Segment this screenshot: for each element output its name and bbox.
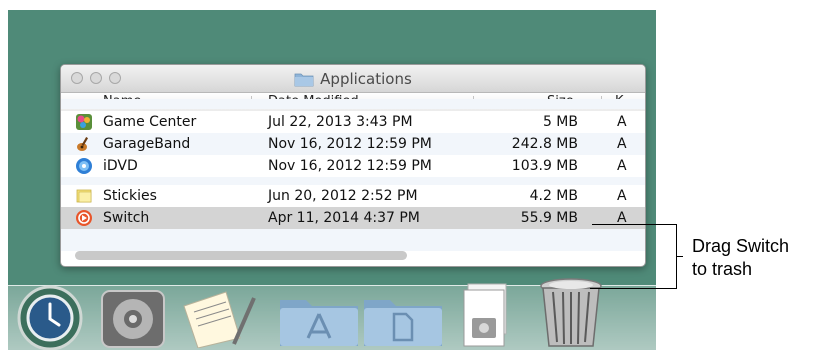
annotation-text: Drag Switch to trash [692,235,789,281]
window-titlebar[interactable]: Applications [61,65,645,93]
file-date: Apr 11, 2014 4:37 PM [268,210,420,226]
annotation-line-2: to trash [692,259,753,279]
annotation-bracket-tick [676,256,683,257]
idvd-icon [76,158,92,174]
file-name: iDVD [103,158,138,174]
file-kind: A [617,188,627,204]
list-item[interactable] [61,99,645,109]
desktop: Applications Name ▲ Date Modified Size K [8,10,656,350]
horizontal-scrollbar[interactable] [75,251,407,260]
list-item[interactable]: GarageBand Nov 16, 2012 12:59 PM 242.8 M… [61,133,645,155]
list-item[interactable] [61,177,645,185]
file-name: Game Center [103,114,197,130]
file-date: Jun 20, 2012 2:52 PM [268,188,418,204]
file-date: Jul 22, 2013 3:43 PM [268,114,413,130]
annotation-bracket-bottom [670,288,677,289]
finder-window: Applications Name ▲ Date Modified Size K [60,64,646,267]
window-title-text: Applications [320,69,412,88]
file-name: Stickies [103,188,157,204]
switch-icon [76,210,92,226]
file-size: 5 MB [542,114,578,130]
annotation-line-1: Drag Switch [692,236,790,256]
file-date: Nov 16, 2012 12:59 PM [268,136,432,152]
system-preferences-icon[interactable] [100,289,166,349]
downloads-stack-icon[interactable] [460,282,516,348]
list-item[interactable]: Stickies Jun 20, 2012 2:52 PM 4.2 MB A [61,185,645,207]
file-size: 242.8 MB [511,136,578,152]
game-center-icon [76,114,92,130]
list-item[interactable]: Game Center Jul 22, 2013 3:43 PM 5 MB A [61,111,645,133]
stickies-icon [76,189,92,203]
annotation-leader-line [592,224,670,225]
file-kind: A [617,158,627,174]
list-item-selected[interactable]: Switch Apr 11, 2014 4:37 PM 55.9 MB A [61,207,645,229]
file-size: 103.9 MB [511,158,578,174]
list-item[interactable] [61,229,645,251]
folder-icon [294,73,314,86]
file-kind: A [617,136,627,152]
list-item[interactable]: iDVD Nov 16, 2012 12:59 PM 103.9 MB A [61,155,645,177]
file-size: 55.9 MB [520,210,578,226]
window-title: Applications [61,65,645,92]
time-machine-icon[interactable] [16,284,84,350]
file-name: GarageBand [103,136,191,152]
file-kind: A [617,114,627,130]
documents-folder-icon[interactable] [362,292,444,348]
file-name: Switch [103,210,150,226]
file-list: Game Center Jul 22, 2013 3:43 PM 5 MB A … [61,99,645,251]
textedit-icon[interactable] [174,286,256,348]
file-date: Nov 16, 2012 12:59 PM [268,158,432,174]
garageband-icon [77,137,89,151]
applications-folder-icon[interactable] [278,292,360,348]
dock [8,278,656,350]
file-size: 4.2 MB [529,188,578,204]
annotation-leader-line [590,288,670,289]
